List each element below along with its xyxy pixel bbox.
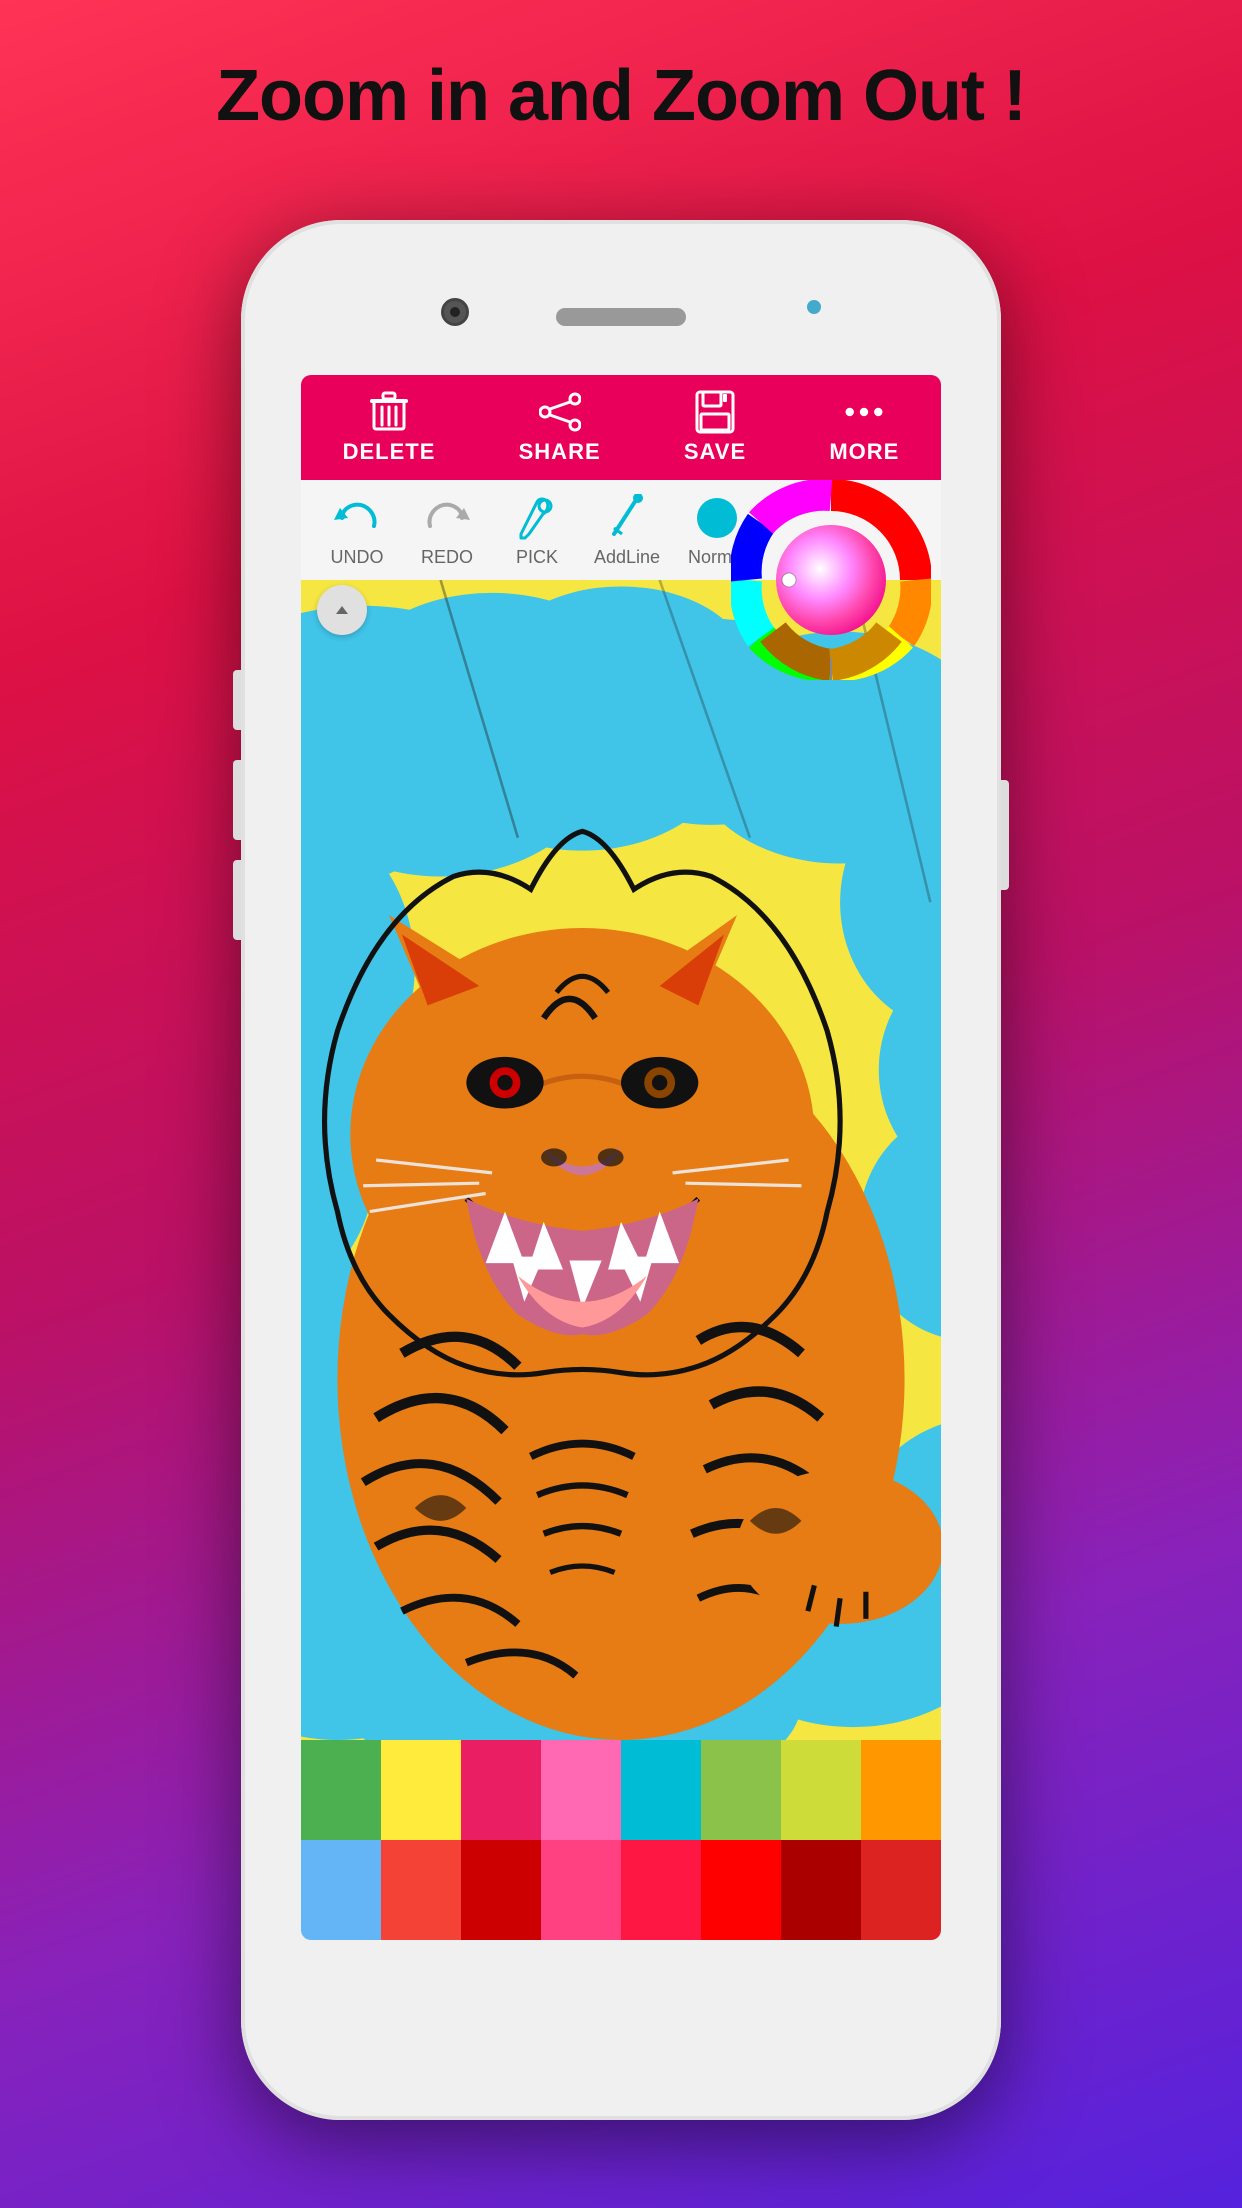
phone-button-power	[1001, 780, 1009, 890]
delete-button[interactable]: DELETE	[327, 383, 452, 473]
color-swatch-magenta[interactable]	[541, 1840, 621, 1940]
share-icon	[539, 391, 581, 433]
app-toolbar: DELETE SHARE	[301, 375, 941, 480]
phone-button-volume-down	[233, 860, 241, 940]
redo-label: REDO	[421, 547, 473, 568]
phone-button-mute	[233, 670, 241, 730]
save-button[interactable]: SAVE	[668, 383, 762, 473]
more-icon	[843, 391, 885, 433]
phone-button-volume-up	[233, 760, 241, 840]
phone-toplight	[807, 300, 821, 314]
phone-camera	[441, 298, 469, 326]
color-swatch-darkred[interactable]	[461, 1840, 541, 1940]
delete-icon	[368, 391, 410, 433]
color-swatch-cyan[interactable]	[621, 1740, 701, 1840]
save-label: SAVE	[684, 439, 746, 465]
addline-label: AddLine	[594, 547, 660, 568]
phone-screen: DELETE SHARE	[301, 375, 941, 1940]
color-wheel[interactable]	[731, 480, 931, 680]
addline-tool[interactable]: AddLine	[587, 493, 667, 568]
undo-tool[interactable]: UNDO	[317, 493, 397, 568]
delete-label: DELETE	[343, 439, 436, 465]
redo-icon	[422, 493, 472, 543]
more-button[interactable]: MORE	[813, 383, 915, 473]
phone-shell: DELETE SHARE	[241, 220, 1001, 2120]
color-swatch-tomato[interactable]	[861, 1840, 941, 1940]
color-swatch-hotpink[interactable]	[541, 1740, 621, 1840]
color-swatch-red[interactable]	[381, 1840, 461, 1940]
undo-label: UNDO	[331, 547, 384, 568]
addline-icon	[602, 493, 652, 543]
pick-label: PICK	[516, 547, 558, 568]
color-swatch-yellow[interactable]	[381, 1740, 461, 1840]
color-swatch-lime[interactable]	[701, 1740, 781, 1840]
color-swatch-lightblue[interactable]	[301, 1840, 381, 1940]
redo-tool[interactable]: REDO	[407, 493, 487, 568]
page-title: Zoom in and Zoom Out !	[0, 55, 1242, 137]
color-swatch-brightred[interactable]	[701, 1840, 781, 1940]
share-button[interactable]: SHARE	[503, 383, 617, 473]
save-icon	[694, 391, 736, 433]
expand-button[interactable]	[317, 585, 367, 635]
share-label: SHARE	[519, 439, 601, 465]
color-swatch-pink[interactable]	[461, 1740, 541, 1840]
color-swatch-crimson[interactable]	[621, 1840, 701, 1940]
color-swatch-orange[interactable]	[861, 1740, 941, 1840]
undo-icon	[332, 493, 382, 543]
more-label: MORE	[829, 439, 899, 465]
color-swatch-maroon[interactable]	[781, 1840, 861, 1940]
color-palette	[301, 1740, 941, 1940]
pick-icon	[512, 493, 562, 543]
phone-speaker	[556, 308, 686, 326]
color-swatch-green[interactable]	[301, 1740, 381, 1840]
canvas-area[interactable]	[301, 580, 941, 1740]
pick-tool[interactable]: PICK	[497, 493, 577, 568]
color-swatch-chartreuse[interactable]	[781, 1740, 861, 1840]
